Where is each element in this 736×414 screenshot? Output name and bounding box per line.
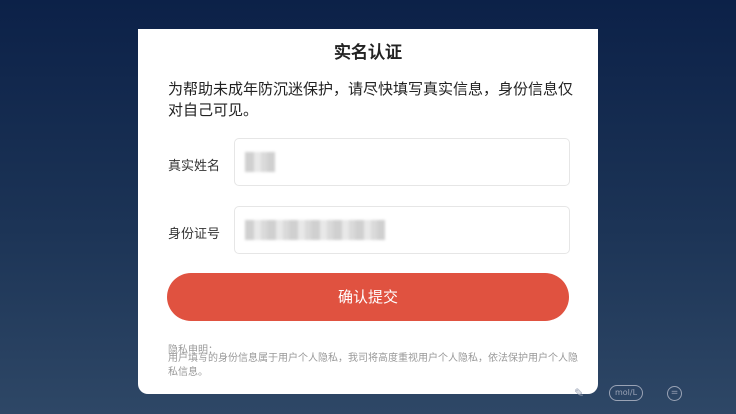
dialog-intro-text: 为帮助未成年防沉迷保护，请尽快填写真实信息，身份信息仅对自己可见。 [168, 80, 574, 119]
id-number-input[interactable] [234, 206, 570, 254]
privacy-statement: 用户填写的身份信息属于用户个人隐私，我司将高度重视用户个人隐私，依法保护用户个人… [168, 353, 578, 378]
unit-badge[interactable]: mol/L [609, 385, 643, 401]
id-number-label: 身份证号 [168, 227, 221, 242]
obscured-name-value [245, 152, 275, 172]
obscured-id-value [245, 220, 385, 240]
real-name-input[interactable] [234, 138, 570, 186]
submit-button[interactable]: 确认提交 [167, 273, 569, 321]
pen-icon[interactable]: ✎ [574, 386, 584, 400]
equals-circle-icon[interactable]: = [667, 386, 682, 401]
dialog-title: 实名认证 [334, 43, 402, 63]
real-name-label: 真实姓名 [168, 159, 221, 174]
real-name-auth-dialog: 实名认证 为帮助未成年防沉迷保护，请尽快填写真实信息，身份信息仅对自己可见。 真… [138, 29, 598, 394]
